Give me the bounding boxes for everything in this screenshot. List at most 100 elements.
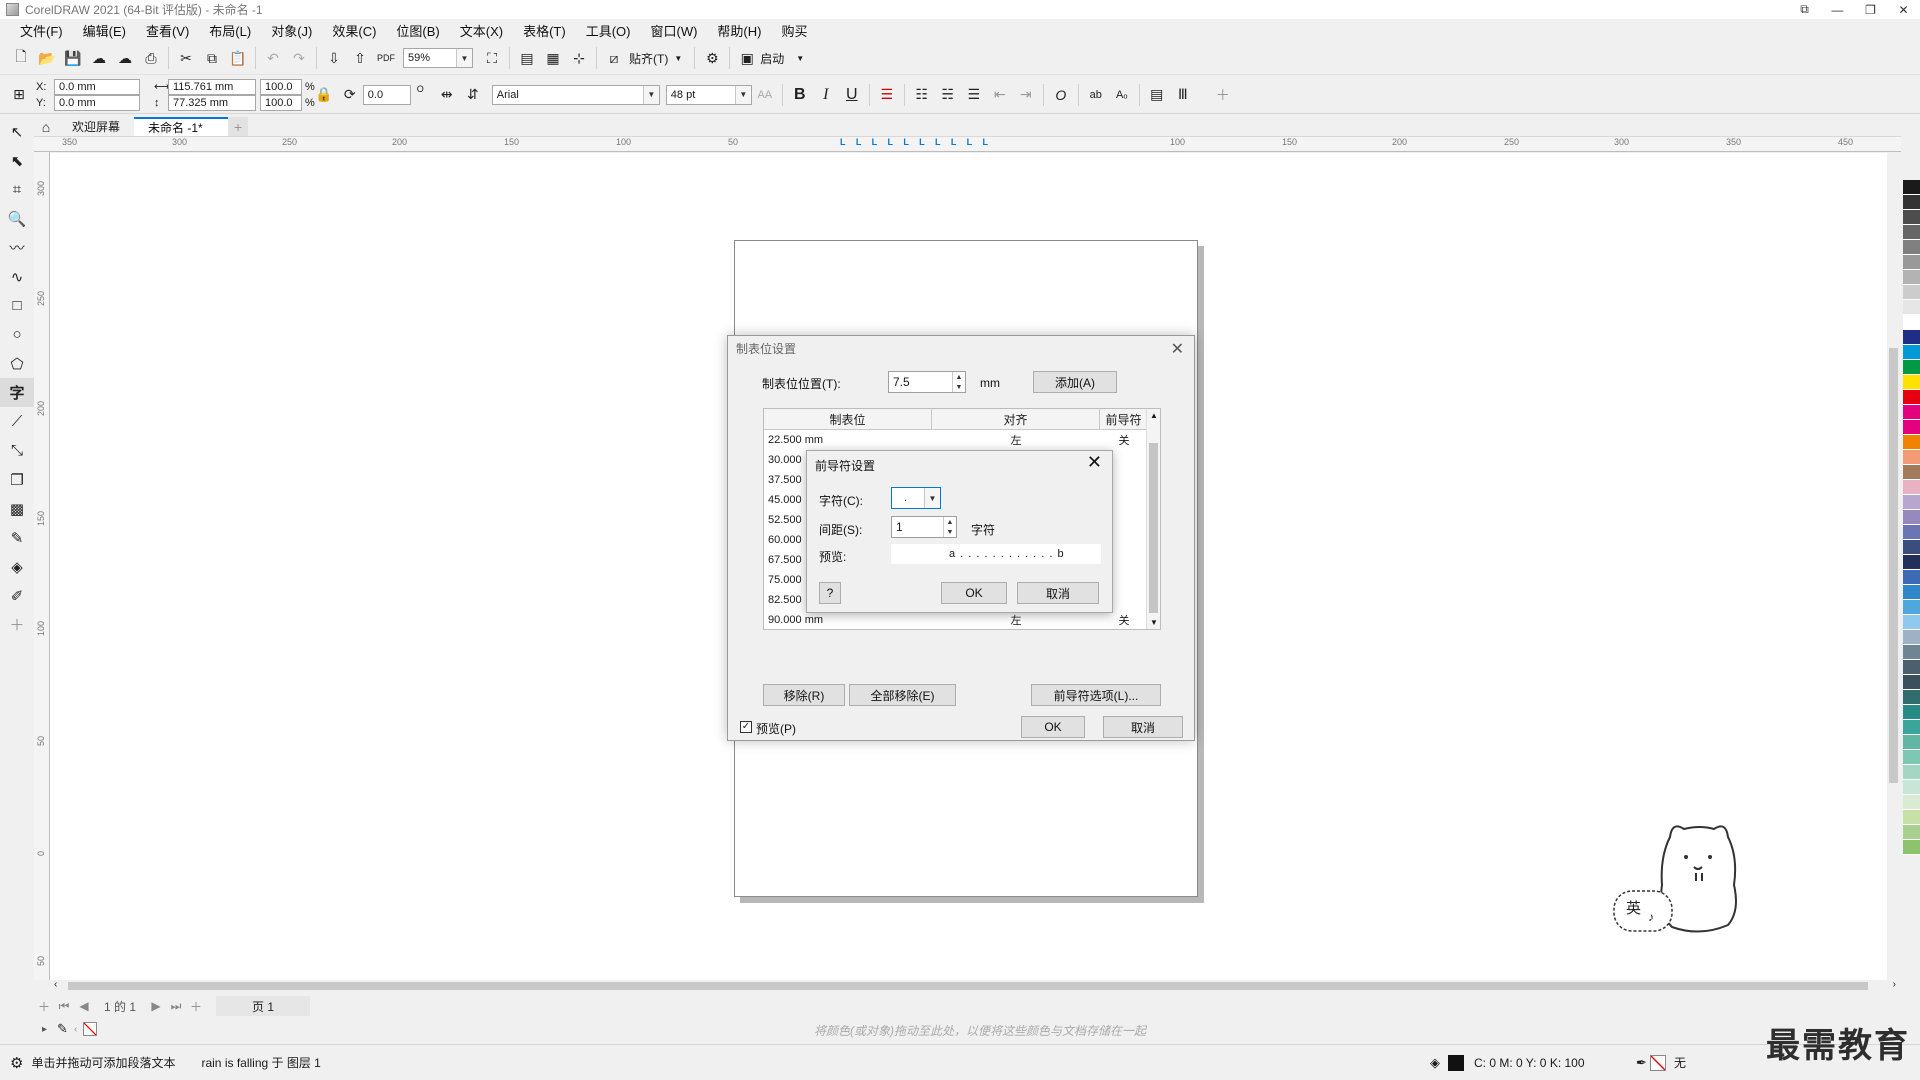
print-icon[interactable]: ⎙ — [138, 46, 164, 70]
menu-view[interactable]: 查看(V) — [136, 21, 199, 40]
add-tab-button[interactable]: + — [228, 117, 249, 136]
tab-markers[interactable]: L L L L L L L L L L — [840, 137, 992, 147]
restore-small-icon[interactable]: ⧉ — [1788, 0, 1821, 19]
add-tool-icon[interactable]: ＋ — [0, 610, 34, 639]
remove-button[interactable]: 移除(R) — [763, 684, 845, 706]
show-rulers-icon[interactable]: ▤ — [514, 46, 540, 70]
leader-ok-button[interactable]: OK — [941, 582, 1007, 604]
menu-bitmaps[interactable]: 位图(B) — [386, 21, 449, 40]
page-tab[interactable]: 页 1 — [216, 996, 311, 1016]
close-window-button[interactable]: ✕ — [1887, 0, 1920, 19]
color-swatch[interactable] — [1903, 630, 1920, 645]
width-field[interactable]: 115.761 mm — [168, 78, 256, 95]
close-icon[interactable]: ✕ — [1087, 452, 1102, 473]
chevron-down-icon[interactable]: ▼ — [674, 54, 682, 63]
color-swatch[interactable] — [1903, 390, 1920, 405]
y-position-field[interactable]: 0.0 mm — [54, 94, 140, 111]
cloud-upload-icon[interactable]: ☁ — [112, 46, 138, 70]
cut-icon[interactable]: ✂ — [173, 46, 199, 70]
show-guidelines-icon[interactable]: ⊹ — [566, 46, 592, 70]
numbered-list-icon[interactable]: ☵ — [935, 83, 961, 107]
color-swatch[interactable] — [1903, 825, 1920, 840]
color-swatch[interactable] — [1903, 195, 1920, 210]
color-swatch[interactable] — [1903, 675, 1920, 690]
menu-window[interactable]: 窗口(W) — [640, 21, 707, 40]
cancel-button[interactable]: 取消 — [1103, 716, 1183, 738]
menu-tools[interactable]: 工具(O) — [576, 21, 641, 40]
color-swatch[interactable] — [1903, 315, 1920, 330]
connector-tool-icon[interactable]: ⤡ — [0, 436, 34, 465]
tab-welcome[interactable]: 欢迎屏幕 — [58, 117, 134, 136]
column-header-tab[interactable]: 制表位 — [764, 409, 932, 429]
polygon-tool-icon[interactable]: ⬠ — [0, 349, 34, 378]
height-field[interactable]: 77.325 mm — [168, 94, 256, 111]
color-swatch[interactable] — [1903, 585, 1920, 600]
color-swatch[interactable] — [1903, 540, 1920, 555]
spin-down-icon[interactable]: ▼ — [956, 384, 963, 391]
chevron-down-icon[interactable]: ▼ — [734, 85, 751, 104]
color-swatch[interactable] — [1903, 525, 1920, 540]
color-swatch[interactable] — [1903, 255, 1920, 270]
menu-buy[interactable]: 购买 — [771, 21, 817, 40]
parallel-dimension-icon[interactable]: ⟋ — [0, 407, 34, 436]
color-swatch[interactable] — [1903, 660, 1920, 675]
redo-icon[interactable]: ↷ — [286, 46, 312, 70]
scale-width-field[interactable]: 100.0 — [260, 78, 302, 95]
next-page-icon[interactable]: ▶ — [146, 999, 166, 1013]
menu-edit[interactable]: 编辑(E) — [73, 21, 136, 40]
vertical-ruler[interactable]: 300 250 200 150 100 50 0 50 — [34, 152, 50, 980]
color-swatch[interactable] — [1903, 270, 1920, 285]
leader-options-button[interactable]: 前导符选项(L)... — [1031, 684, 1161, 706]
artistic-media-icon[interactable]: ∿ — [0, 262, 34, 291]
spin-up-icon[interactable]: ▲ — [947, 519, 954, 526]
menu-table[interactable]: 表格(T) — [513, 21, 576, 40]
last-page-icon[interactable]: ⏭ — [166, 999, 186, 1014]
edit-text-icon[interactable]: ab — [1083, 83, 1109, 107]
vertical-scroll-thumb[interactable] — [1889, 348, 1898, 783]
tab-position-input[interactable]: 7.5 ▲ ▼ — [888, 371, 966, 393]
remove-all-button[interactable]: 全部移除(E) — [849, 684, 956, 706]
launch-dropdown[interactable]: 启动 — [760, 50, 784, 67]
launch-icon[interactable]: ▣ — [734, 46, 760, 70]
pdf-icon[interactable]: PDF — [373, 46, 399, 70]
text-tool-icon[interactable]: 字 — [0, 378, 34, 407]
freehand-tool-icon[interactable]: 〰 — [0, 233, 34, 262]
show-grid-icon[interactable]: ▦ — [540, 46, 566, 70]
color-swatch[interactable] — [1903, 795, 1920, 810]
mirror-vertical-icon[interactable]: ⇵ — [460, 83, 486, 107]
menu-object[interactable]: 对象(J) — [261, 21, 322, 40]
undo-icon[interactable]: ↶ — [260, 46, 286, 70]
open-folder-icon[interactable]: 📂 — [34, 46, 60, 70]
ellipse-tool-icon[interactable]: ○ — [0, 320, 34, 349]
text-properties-icon[interactable]: O — [1048, 83, 1074, 107]
increase-indent-icon[interactable]: ⇥ — [1013, 83, 1039, 107]
home-icon[interactable]: ⌂ — [34, 117, 58, 136]
tab-document[interactable]: 未命名 -1* — [134, 117, 229, 136]
font-size-combo[interactable]: 48 pt ▼ — [665, 84, 752, 105]
color-swatch[interactable] — [1903, 465, 1920, 480]
paste-icon[interactable]: 📋 — [225, 46, 251, 70]
color-swatch[interactable] — [1903, 840, 1920, 855]
menu-help[interactable]: 帮助(H) — [707, 21, 771, 40]
chevron-down-icon[interactable]: ▼ — [456, 49, 472, 67]
column-header-leader[interactable]: 前导符 — [1100, 409, 1148, 429]
menu-layout[interactable]: 布局(L) — [199, 21, 261, 40]
horizontal-scrollbar[interactable]: ‹ › — [50, 979, 1900, 992]
color-swatch[interactable] — [1903, 210, 1920, 225]
bold-icon[interactable]: B — [787, 83, 813, 107]
font-list-combo[interactable]: Arial ▼ — [491, 84, 660, 105]
spin-down-icon[interactable]: ▼ — [947, 529, 954, 536]
horizontal-ruler[interactable]: 350 300 250 200 150 100 50 L L L L L L L… — [34, 136, 1901, 152]
horizontal-text-icon[interactable]: ▤ — [1144, 83, 1170, 107]
menu-effects[interactable]: 效果(C) — [322, 21, 386, 40]
color-swatch[interactable] — [1903, 735, 1920, 750]
outline-color-swatch[interactable] — [1650, 1054, 1666, 1071]
color-swatch[interactable] — [1903, 375, 1920, 390]
no-color-swatch[interactable] — [83, 1022, 98, 1036]
copy-icon[interactable]: ⧉ — [199, 46, 225, 70]
interactive-fill-icon[interactable]: ◈ — [0, 552, 34, 581]
pick-tool-icon[interactable]: ↖ — [0, 117, 34, 146]
color-swatch[interactable] — [1903, 360, 1920, 375]
tray-expand-icon[interactable]: ▸ — [42, 1024, 47, 1035]
color-swatch[interactable] — [1903, 405, 1920, 420]
